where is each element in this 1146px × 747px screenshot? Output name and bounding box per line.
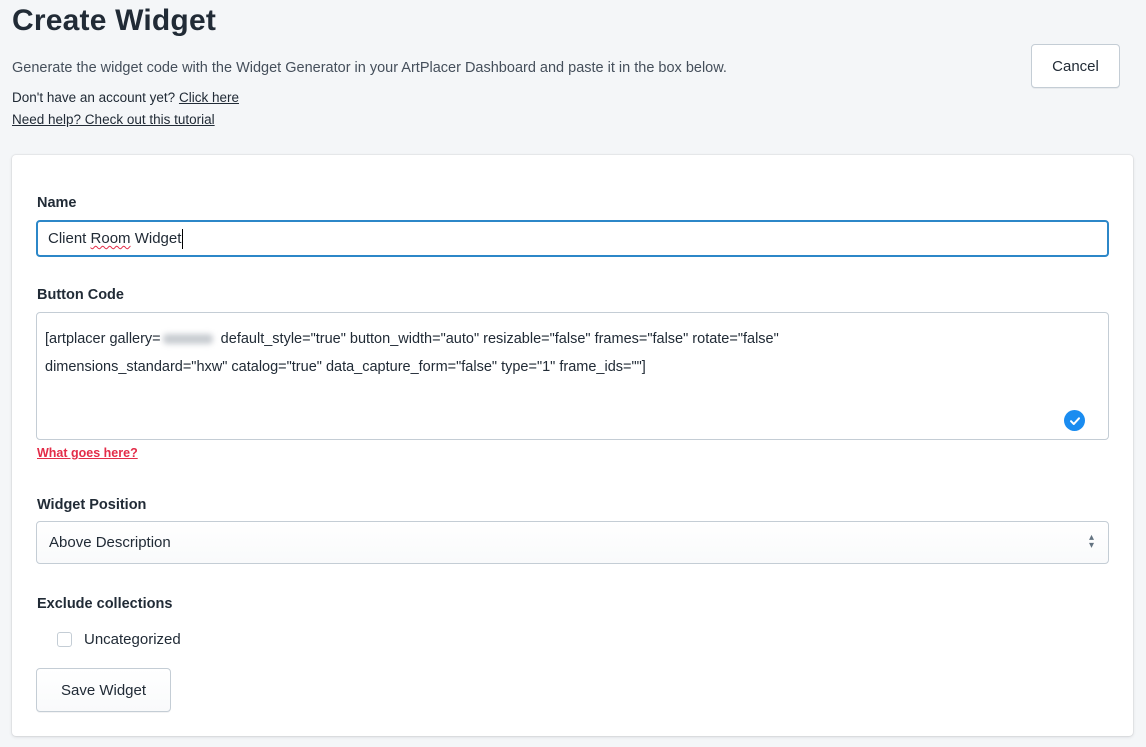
exclude-collections-label: Exclude collections xyxy=(37,596,173,612)
tutorial-link[interactable]: Need help? Check out this tutorial xyxy=(12,112,215,127)
code-line-2: dimensions_standard="hxw" catalog="true"… xyxy=(45,359,646,375)
check-circle-icon xyxy=(1064,410,1085,431)
cancel-button[interactable]: Cancel xyxy=(1031,44,1120,88)
collection-option-uncategorized[interactable]: Uncategorized xyxy=(57,631,181,648)
widget-position-value: Above Description xyxy=(49,534,171,551)
widget-form-card: Name Client Room Widget Button Code [art… xyxy=(12,155,1133,736)
account-prompt: Don't have an account yet? Click here xyxy=(12,90,239,105)
name-value-misspelled: Room xyxy=(90,230,131,247)
name-value-end: Widget xyxy=(130,230,182,247)
name-value-start: Client xyxy=(48,230,91,247)
account-prompt-text: Don't have an account yet? xyxy=(12,90,176,105)
page-subtitle: Generate the widget code with the Widget… xyxy=(12,60,727,76)
widget-position-label: Widget Position xyxy=(37,497,147,513)
uncategorized-label[interactable]: Uncategorized xyxy=(84,631,181,648)
redacted-gallery-id xyxy=(162,334,213,345)
button-code-textarea[interactable]: [artplacer gallery= default_style="true"… xyxy=(36,312,1109,440)
code-line-1: [artplacer gallery= default_style="true"… xyxy=(45,325,1092,353)
button-code-label: Button Code xyxy=(37,287,124,303)
code-suffix: default_style="true" button_width="auto"… xyxy=(216,331,779,347)
widget-position-select[interactable]: Above Description ▴ ▾ xyxy=(36,521,1109,564)
page-header: Create Widget Generate the widget code w… xyxy=(12,0,1134,140)
uncategorized-checkbox[interactable] xyxy=(57,632,72,647)
what-goes-here-link[interactable]: What goes here? xyxy=(37,446,138,460)
page-title: Create Widget xyxy=(12,4,217,37)
code-prefix: [artplacer gallery= xyxy=(45,331,161,347)
text-caret xyxy=(182,228,184,249)
click-here-link[interactable]: Click here xyxy=(179,90,239,105)
save-widget-button[interactable]: Save Widget xyxy=(36,668,171,712)
name-input[interactable]: Client Room Widget xyxy=(36,220,1109,257)
select-arrows-icon: ▴ ▾ xyxy=(1088,532,1094,551)
name-label: Name xyxy=(37,195,77,211)
